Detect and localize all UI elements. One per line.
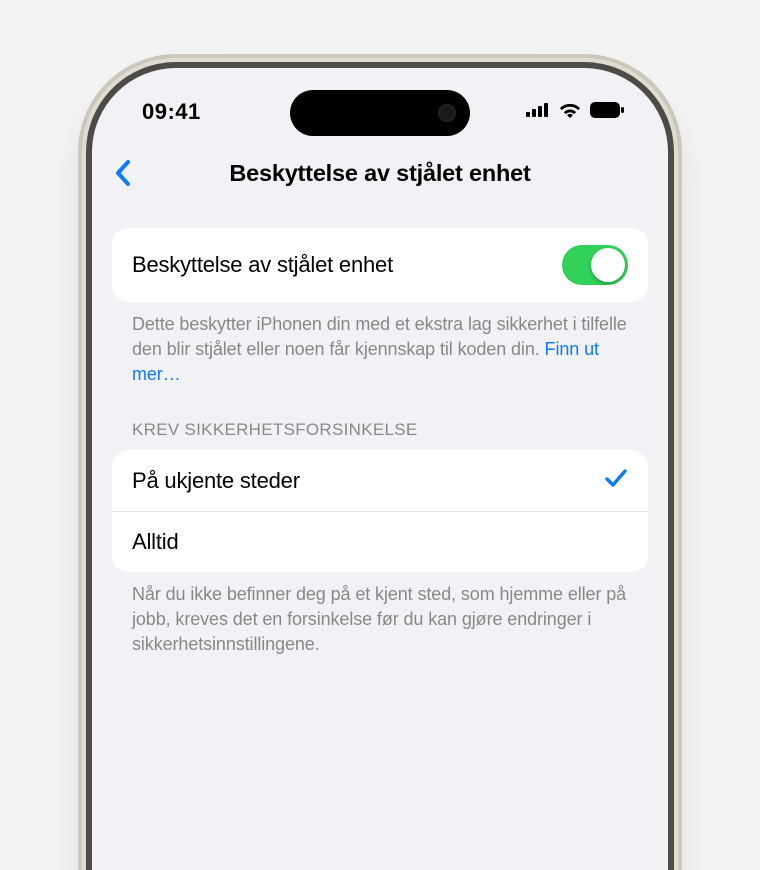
protection-toggle-row[interactable]: Beskyttelse av stjålet enhet (112, 228, 648, 302)
checkmark-icon (604, 467, 628, 494)
protection-toggle-label: Beskyttelse av stjålet enhet (132, 252, 393, 278)
status-time: 09:41 (142, 99, 201, 125)
chevron-left-icon (114, 159, 132, 187)
protection-card: Beskyttelse av stjålet enhet (112, 228, 648, 302)
protection-description: Dette beskytter iPhonen din med et ekstr… (112, 302, 648, 386)
delay-footer: Når du ikke befinner deg på et kjent ste… (112, 572, 648, 656)
content: Beskyttelse av stjålet enhet Dette besky… (92, 228, 668, 657)
delay-option-always[interactable]: Alltid (112, 511, 648, 572)
nav-title: Beskyttelse av stjålet enhet (229, 160, 530, 187)
nav-bar: Beskyttelse av stjålet enhet (92, 150, 668, 196)
protection-toggle[interactable] (562, 245, 628, 285)
wifi-icon (558, 101, 582, 123)
status-bar: 09:41 (92, 68, 668, 140)
side-button-silent (78, 258, 86, 298)
status-icons (526, 101, 624, 123)
delay-section-header: KREV SIKKERHETSFORSINKELSE (112, 386, 648, 450)
back-button[interactable] (114, 159, 132, 187)
side-button-vol-down (78, 410, 86, 486)
phone-frame: 09:41 Beskyttelse av stjålet enhet (92, 68, 668, 870)
battery-icon (590, 102, 624, 123)
stage: 09:41 Beskyttelse av stjålet enhet (0, 0, 760, 870)
cellular-icon (526, 102, 550, 122)
delay-option-label: Alltid (132, 529, 179, 555)
side-button-vol-up (78, 320, 86, 396)
delay-options-card: På ukjente steder Alltid (112, 450, 648, 572)
delay-option-label: På ukjente steder (132, 468, 300, 494)
delay-option-unfamiliar[interactable]: På ukjente steder (112, 450, 648, 511)
side-button-power (674, 330, 682, 450)
